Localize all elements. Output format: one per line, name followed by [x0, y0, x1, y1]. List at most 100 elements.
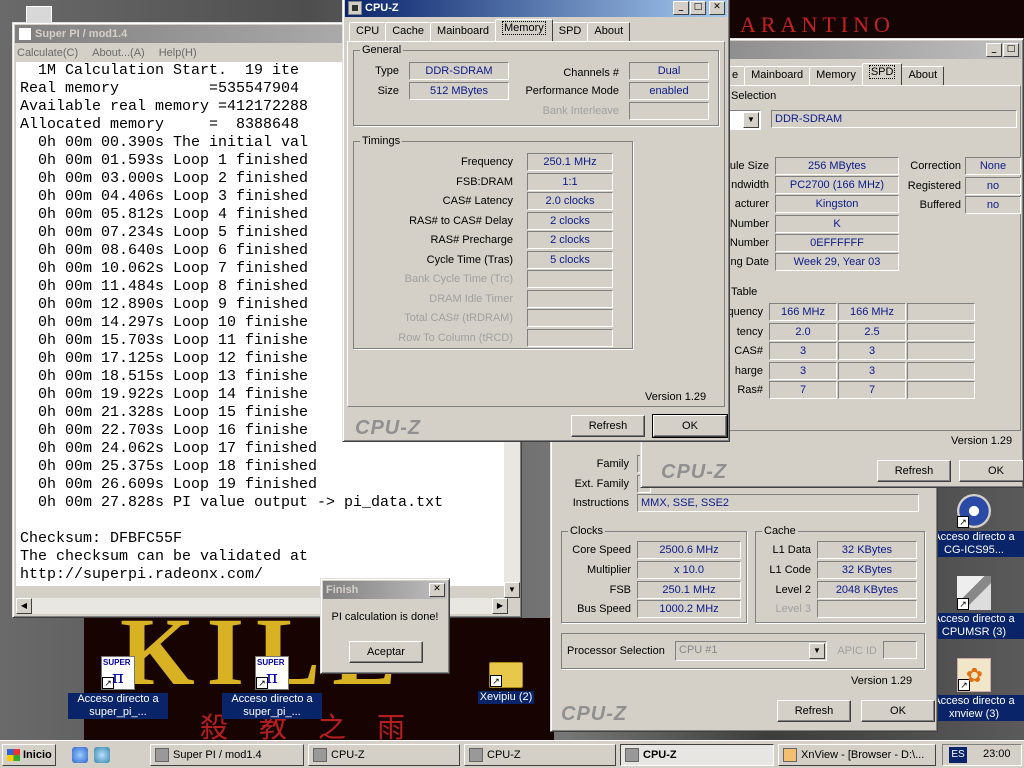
desktop-icon-xnview[interactable]: ↗ Acceso directo a xnview (3)	[924, 658, 1024, 721]
ok-button[interactable]: OK	[959, 460, 1023, 482]
slot-combo[interactable]: ▼	[727, 110, 761, 130]
channels-label: Channels #	[563, 67, 619, 79]
task-cpuz-1[interactable]: CPU-Z	[308, 744, 460, 766]
spd-timing-cell	[907, 342, 975, 360]
title-bar[interactable]: Finish ✕	[323, 581, 447, 599]
menu-help[interactable]: Help(H)	[159, 47, 197, 59]
taskbar: Inicio Super PI / mod1.4 CPU-Z CPU-Z CPU…	[0, 740, 1024, 768]
performance-mode-label: Performance Mode	[525, 85, 619, 97]
minimize-icon[interactable]: _	[673, 1, 689, 15]
tab-cache[interactable]: Cache	[385, 22, 432, 41]
apic-id-value	[883, 641, 917, 659]
title-bar[interactable]: CPU-Z _ □ ✕	[345, 0, 727, 17]
spd-timing-cell: 7	[769, 381, 837, 399]
timing-value: 2 clocks	[527, 211, 613, 230]
ok-button[interactable]: OK	[861, 700, 935, 722]
tab-about[interactable]: About	[901, 66, 945, 85]
gear-icon: ↗	[957, 494, 991, 528]
desktop-icon-super-pi-2[interactable]: ↗ Acceso directo a super_pi_...	[222, 656, 322, 719]
core-speed-label: Core Speed	[572, 544, 631, 556]
tab-spd[interactable]: SPD	[551, 22, 589, 41]
tab-spd[interactable]: SPD	[861, 63, 903, 85]
refresh-button[interactable]: Refresh	[777, 700, 851, 722]
tab-mainboard[interactable]: Mainboard	[430, 22, 497, 41]
xnview-icon	[783, 748, 797, 762]
multiplier-label: Multiplier	[586, 564, 631, 576]
scroll-right-icon[interactable]: ▶	[492, 598, 508, 614]
dialog-message: PI calculation is done!	[331, 611, 439, 623]
level2-label: Level 2	[775, 584, 811, 596]
desktop-icon-label: Xevipiu (2)	[477, 691, 535, 704]
bandwidth-label: ndwidth	[731, 179, 769, 191]
desktop-icon-cpumsr[interactable]: ↗ Acceso directo a CPUMSR (3)	[924, 576, 1024, 639]
scroll-down-icon[interactable]: ▼	[504, 582, 520, 598]
cpuz-brand: CPU-Z	[661, 461, 728, 483]
finish-dialog[interactable]: Finish ✕ PI calculation is done! Aceptar	[320, 578, 450, 674]
refresh-button[interactable]: Refresh	[877, 460, 951, 482]
ok-button[interactable]: OK	[652, 414, 728, 438]
super-pi-icon	[155, 748, 169, 762]
menu-calculate[interactable]: Calculate(C)	[17, 47, 78, 59]
system-tray: ES 23:00	[942, 744, 1022, 766]
console-line: 0h 00m 27.828s PI value output -> pi_dat…	[20, 494, 444, 511]
start-button[interactable]: Inicio	[2, 744, 56, 766]
language-indicator[interactable]: ES	[949, 747, 967, 763]
close-icon[interactable]: ✕	[429, 583, 445, 597]
channels-value: Dual	[629, 62, 709, 80]
tab-memory[interactable]: Memory	[495, 19, 553, 41]
apic-id-label: APIC ID	[837, 645, 877, 657]
chevron-down-icon[interactable]: ▼	[743, 112, 759, 128]
maximize-icon[interactable]: □	[1003, 43, 1019, 57]
tab-memory[interactable]: Memory	[809, 66, 863, 85]
cpuz-app-icon	[469, 748, 483, 762]
desktop-icon-super-pi-1[interactable]: ↗ Acceso directo a super_pi_...	[68, 656, 168, 719]
memory-slot-selection-label: Selection	[731, 90, 777, 102]
processor-selection-combo[interactable]: CPU #1 ▼	[675, 641, 827, 661]
core-speed-value: 2500.6 MHz	[637, 541, 741, 559]
shortcut-arrow-icon: ↗	[958, 679, 970, 691]
outlook-express-icon[interactable]	[94, 747, 110, 763]
spd-timing-label: quency	[727, 306, 763, 318]
close-icon[interactable]: ✕	[709, 1, 725, 15]
tab-about[interactable]: About	[587, 22, 631, 41]
chevron-down-icon[interactable]: ▼	[809, 643, 825, 659]
timing-label: Bank Cycle Time (Trc)	[404, 273, 513, 285]
bus-speed-value: 1000.2 MHz	[637, 600, 741, 618]
bank-interleave-value	[629, 102, 709, 120]
spd-timing-cell: 7	[838, 381, 906, 399]
cpuz-memory-window[interactable]: CPU-Z _ □ ✕ CPU Cache Mainboard Memory S…	[342, 0, 730, 442]
maximize-icon[interactable]: □	[690, 1, 706, 15]
timing-label: Frequency	[461, 156, 513, 168]
desktop-icon-folder-xevipiu[interactable]: ↗ Xevipiu (2)	[456, 656, 556, 704]
task-xnview[interactable]: XnView - [Browser - D:\...	[778, 744, 936, 766]
minimize-icon[interactable]: _	[986, 43, 1002, 57]
spd-timing-cell: 3	[769, 342, 837, 360]
timing-value: 250.1 MHz	[527, 153, 613, 171]
task-super-pi[interactable]: Super PI / mod1.4	[150, 744, 304, 766]
tab-cpu[interactable]: CPU	[349, 22, 387, 41]
size-value: 512 MBytes	[409, 82, 509, 100]
clock[interactable]: 23:00	[983, 748, 1011, 760]
internet-explorer-icon[interactable]	[72, 747, 88, 763]
xnview-icon: ↗	[957, 658, 991, 692]
timings-table-label: Table	[731, 286, 758, 298]
spd-timing-cell	[907, 381, 975, 399]
refresh-button[interactable]: Refresh	[571, 415, 645, 437]
aceptar-button[interactable]: Aceptar	[349, 641, 423, 663]
menu-about[interactable]: About...(A)	[92, 47, 145, 59]
buffered-value: no	[965, 196, 1021, 214]
desktop-icon-cg-ics[interactable]: ↗ Acceso directo a CG-ICS95...	[924, 494, 1024, 557]
scroll-left-icon[interactable]: ◀	[16, 598, 32, 614]
tab-mainboard[interactable]: Mainboard	[744, 66, 811, 85]
cpu-icon: ↗	[957, 576, 991, 610]
window-title: CPU-Z	[365, 2, 399, 14]
spd-tab-strip: e Mainboard Memory SPD About	[725, 63, 945, 85]
type-value: DDR-SDRAM	[409, 62, 509, 80]
super-pi-icon: ↗	[255, 656, 289, 690]
task-cpuz-3[interactable]: CPU-Z	[620, 744, 774, 766]
timing-label: Cycle Time (Tras)	[426, 253, 513, 266]
spd-timing-label: Ras#	[737, 384, 763, 396]
console-line: 0h 00m 24.062s Loop 17 finished	[20, 440, 318, 457]
task-cpuz-2[interactable]: CPU-Z	[464, 744, 616, 766]
timing-label: Row To Column (tRCD)	[398, 331, 513, 344]
